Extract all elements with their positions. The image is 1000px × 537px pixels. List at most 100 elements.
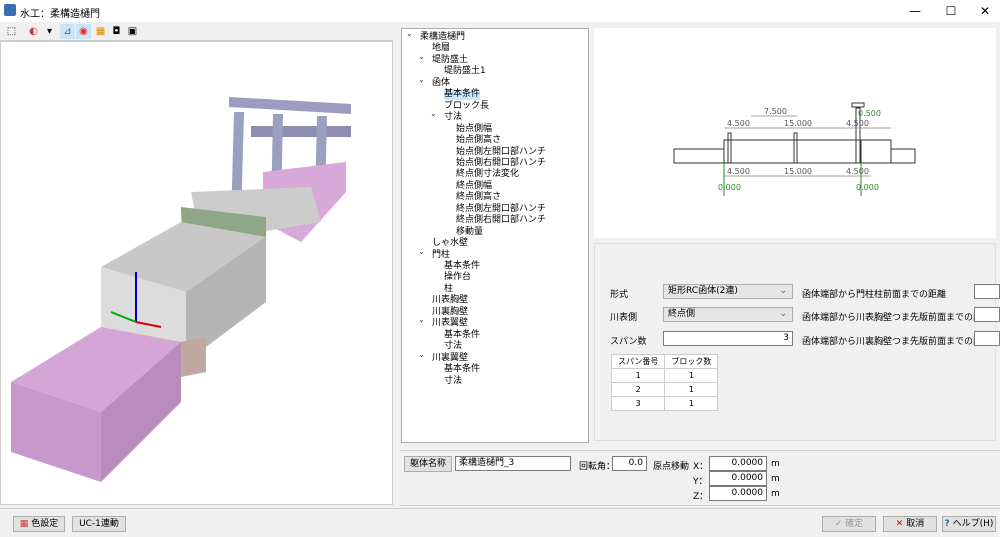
cell[interactable]: 2 [610,382,666,397]
axis-icon[interactable]: ⊿ [60,24,75,39]
dim-top-4: 4.500 [846,119,869,128]
tree-item[interactable]: 寸法 [444,376,462,387]
title-bar: 水工：柔構造樋門 — ☐ ✕ [0,0,1000,22]
tree-item[interactable]: 始点側左開口部ハンチ [456,147,546,158]
color-view-icon[interactable]: ◐ [26,24,41,39]
dim-bottom-3: 4.500 [846,167,869,176]
rotation-label: 回転角： [579,462,616,472]
cancel-button[interactable]: ✕ 取消 [883,516,937,532]
app-icon [4,4,16,16]
span-count-input[interactable]: 3 [663,331,793,346]
help-label: ヘルプ(H) [952,519,994,529]
divider [0,508,1000,509]
tree-item[interactable]: 基本条件 [444,364,480,375]
tree-item[interactable]: 基本条件 [444,330,480,341]
chevron-down-icon[interactable]: ⌄ [418,350,425,359]
palette-icon: ▦ [19,519,29,529]
tree-item[interactable]: 終点側寸法変化 [456,169,519,180]
chevron-down-icon: ⌄ [779,309,787,319]
tree-item[interactable]: 寸法 [444,341,462,352]
tree-view[interactable]: ⌄ 柔構造樋門 地層 ⌄ 堤防盛土 堤防盛土1 ⌄ 函体 基本条件 ブロック長 ⌄ 寸法 始点側幅 始点側… [401,28,589,443]
cell[interactable]: 3 [610,396,666,411]
chevron-down-icon[interactable]: ⌄ [430,109,437,118]
help-icon: ? [944,519,950,529]
side-value: 終点側 [668,309,696,319]
dim-bottom-1: 4.500 [727,167,750,176]
span-table[interactable]: スパン番号 ブロック数 11 21 31 [610,354,719,411]
rotation-input[interactable]: 0.0 [612,456,647,471]
tree-item[interactable]: 終点側右開口部ハンチ [456,215,546,226]
side-select[interactable]: 終点側 ⌄ [663,307,793,322]
color-settings-button[interactable]: ▦ 色設定 [13,516,65,532]
chevron-down-icon[interactable]: ⌄ [418,75,425,84]
dist3-input[interactable] [974,331,1000,346]
chevron-down-icon[interactable]: ⌄ [418,52,425,61]
tree-item[interactable]: 川裏翼壁 [432,353,468,364]
tree-item[interactable]: しゃ水壁 [432,238,468,249]
tree-item[interactable]: 堤防盛土1 [444,66,486,77]
3d-view[interactable] [0,41,393,505]
tree-item[interactable]: 寸法 [444,112,462,123]
tree-item[interactable]: 終点側高さ [456,192,501,203]
tree-item[interactable]: 柱 [444,284,453,295]
check-icon: ✓ [834,519,843,529]
tree-item[interactable]: 函体 [432,78,450,89]
tree-item[interactable]: 堤防盛土 [432,55,468,66]
help-button[interactable]: ? ヘルプ(H) [942,516,996,532]
cell[interactable]: 1 [664,396,719,411]
cell[interactable]: 1 [664,368,719,383]
type-select[interactable]: 矩形RC函体(2連) ⌄ [663,284,793,299]
elevation-right: 0.000 [856,183,879,192]
tree-item[interactable]: 川表翼壁 [432,318,468,329]
palette-icon[interactable]: ▦ [93,24,108,39]
tree-item[interactable]: 始点側右開口部ハンチ [456,158,546,169]
tree-item[interactable]: 川裏胸壁 [432,307,468,318]
ok-button[interactable]: ✓ 確定 [822,516,876,532]
close-button[interactable]: ✕ [968,0,1000,22]
view-toolbar: ⬚ ◐ ▾ ⊿ ◉ ▦ ◘ ▣ [0,22,393,41]
color-settings-label: 色設定 [31,519,59,529]
chevron-down-icon[interactable]: ⌄ [418,247,425,256]
select-icon[interactable]: ⬚ [4,24,19,39]
dist2-input[interactable] [974,307,1000,322]
dist1-input[interactable] [974,284,1000,299]
body-name-input[interactable]: 柔構造樋門_3 [455,456,571,471]
unit: m [771,489,780,499]
origin-x-input[interactable]: 0.0000 [709,456,767,471]
origin-z-input[interactable]: 0.0000 [709,486,767,501]
tree-item[interactable]: 門柱 [432,250,450,261]
cell[interactable]: 1 [664,382,719,397]
tree-item[interactable]: ブロック長 [444,101,489,112]
tree-item[interactable]: 基本条件 [444,261,480,272]
dropdown-icon[interactable]: ▾ [42,24,57,39]
cell[interactable]: 1 [610,368,666,383]
tree-item[interactable]: 基本条件 [444,89,481,101]
minimize-button[interactable]: — [898,0,932,22]
span-label: スパン数 [610,337,647,347]
tree-item[interactable]: 地層 [432,43,450,54]
tree-item[interactable]: 終点側左開口部ハンチ [456,204,546,215]
maximize-button[interactable]: ☐ [934,0,968,22]
chevron-down-icon[interactable]: ⌄ [418,315,425,324]
table-row[interactable]: 21 [610,382,719,397]
tree-item[interactable]: 終点側幅 [456,181,492,192]
tree-item[interactable]: 始点側高さ [456,135,501,146]
tree-item[interactable]: 柔構造樋門 [420,32,465,43]
tree-item[interactable]: 操作台 [444,272,471,283]
table-row[interactable]: 11 [610,368,719,383]
tree-item[interactable]: 始点側幅 [456,124,492,135]
camera-icon[interactable]: ◘ [109,24,124,39]
tree-item[interactable]: 移動量 [456,227,483,238]
uc1-link-button[interactable]: UC-1連動 [72,516,126,532]
dim-top-5: 0.500 [858,109,881,118]
target-icon[interactable]: ◉ [76,24,91,39]
unit: m [771,474,780,484]
movie-icon[interactable]: ▣ [125,24,140,39]
origin-y-input[interactable]: 0.0000 [709,471,767,486]
body-name-button[interactable]: 躯体名称 [404,456,452,472]
origin-label: 原点移動 [653,462,690,472]
operation-deck [251,126,351,137]
tree-item[interactable]: 川表胸壁 [432,295,468,306]
chevron-down-icon[interactable]: ⌄ [406,29,413,38]
table-row[interactable]: 31 [610,396,719,411]
